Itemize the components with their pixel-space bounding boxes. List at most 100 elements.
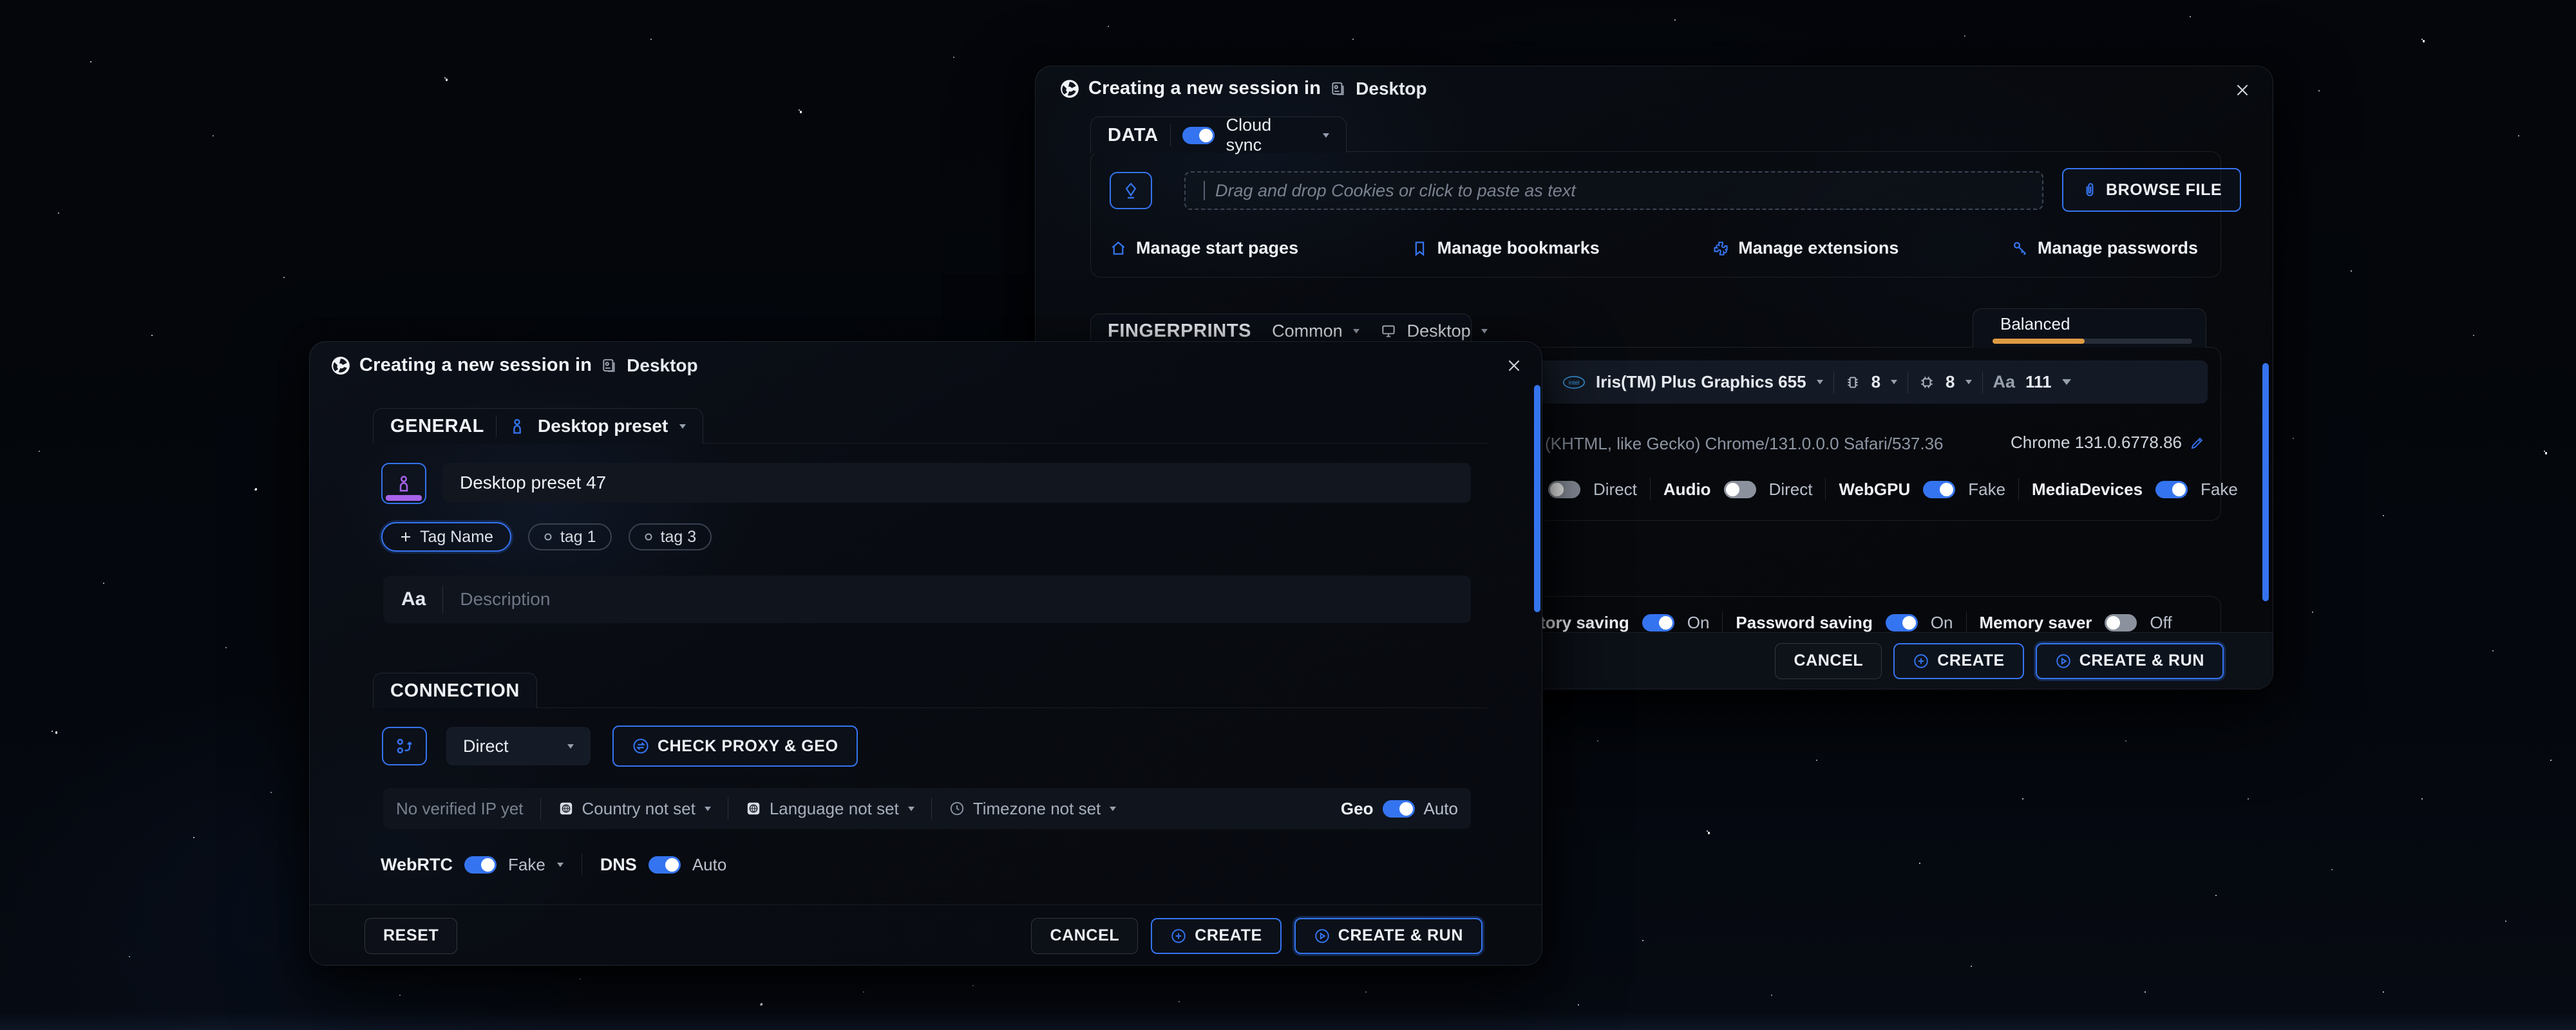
intel-logo-icon: intel — [1562, 375, 1586, 390]
create-and-run-button[interactable]: CREATE & RUN — [2036, 643, 2224, 679]
webrtc-toggle[interactable] — [464, 856, 497, 874]
browse-file-label: BROWSE FILE — [2106, 181, 2222, 200]
create-button[interactable]: CREATE — [1893, 643, 2024, 679]
audio-toggle[interactable] — [1724, 481, 1756, 498]
manage-extensions-link[interactable]: Manage extensions — [1712, 238, 1899, 258]
cores-dropdown[interactable]: 8 — [1946, 372, 1955, 392]
chevron-down-icon[interactable] — [1110, 807, 1116, 811]
create-and-run-button[interactable]: CREATE & RUN — [1294, 918, 1482, 954]
cookies-drop-zone[interactable]: Drag and drop Cookies or click to paste … — [1184, 171, 2043, 210]
fonts-dropdown[interactable]: 111 — [2025, 372, 2052, 392]
proxy-type-value: Direct — [463, 736, 509, 756]
close-button[interactable] — [2233, 80, 2252, 100]
country-dropdown[interactable]: Country not set — [582, 799, 696, 819]
quality-tab-label: Balanced — [2000, 314, 2206, 334]
webrtc-label: WebRTC — [381, 855, 453, 875]
cookies-button[interactable] — [1110, 172, 1152, 209]
cloud-sync-toggle[interactable] — [1182, 127, 1215, 144]
general-tab-label: GENERAL — [390, 416, 484, 437]
chevron-down-icon[interactable] — [1323, 133, 1329, 138]
browser-version-group: Chrome 131.0.6778.86 — [2011, 433, 2205, 453]
paperclip-icon — [2081, 182, 2098, 198]
bottom-glow — [0, 1011, 2576, 1030]
back-modal-scrollbar[interactable] — [2262, 363, 2269, 601]
general-tab: GENERAL Desktop preset — [373, 408, 703, 444]
chevron-down-icon[interactable] — [705, 807, 711, 811]
edit-pencil-icon[interactable] — [2190, 435, 2205, 451]
front-modal-scrollbar[interactable] — [1534, 385, 1540, 612]
ip-status: No verified IP yet — [396, 799, 524, 819]
connection-tab-label: CONNECTION — [390, 680, 520, 702]
fp-platform-dropdown[interactable]: Desktop — [1407, 321, 1471, 341]
manage-passwords-link[interactable]: Manage passwords — [2011, 238, 2198, 258]
dns-value: Auto — [692, 855, 727, 875]
bookmark-icon — [1411, 239, 1428, 257]
create-button[interactable]: CREATE — [1151, 918, 1282, 954]
cancel-button[interactable]: CANCEL — [1031, 918, 1138, 954]
browser-version: Chrome 131.0.6778.86 — [2011, 433, 2182, 453]
geo-toggle[interactable] — [1383, 800, 1415, 818]
fonts-icon: Aa — [1993, 372, 2016, 392]
manage-links-row: Manage start pages Manage bookmarks Mana… — [1110, 229, 2198, 267]
memory-saver-toggle[interactable] — [2105, 614, 2137, 632]
user-agent-text: (KHTML, like Gecko) Chrome/131.0.0.0 Saf… — [1545, 434, 1944, 454]
webgpu-toggle[interactable] — [1923, 481, 1955, 498]
password-saving-toggle[interactable] — [1886, 614, 1918, 632]
reset-button[interactable]: RESET — [365, 918, 457, 954]
chevron-down-icon[interactable] — [1891, 380, 1897, 384]
dialog-context: Desktop — [627, 355, 697, 376]
cancel-button[interactable]: CANCEL — [1775, 643, 1882, 679]
app-logo-icon — [1060, 79, 1079, 98]
cookies-placeholder: Drag and drop Cookies or click to paste … — [1215, 181, 1576, 201]
dns-toggle[interactable] — [649, 856, 681, 874]
preset-dropdown[interactable]: Desktop preset — [538, 416, 668, 436]
quality-progress-track — [1993, 339, 2192, 344]
timezone-dropdown[interactable]: Timezone not set — [973, 799, 1101, 819]
session-name-value: Desktop preset 47 — [460, 473, 606, 493]
circle-icon — [644, 532, 653, 541]
chevron-down-icon[interactable] — [1965, 380, 1972, 384]
fingerprints-tab-label: FINGERPRINTS — [1108, 321, 1251, 342]
proxy-button[interactable] — [382, 727, 427, 765]
description-input[interactable]: Aa Description — [383, 576, 1471, 623]
check-proxy-geo-button[interactable]: CHECK PROXY & GEO — [612, 726, 858, 767]
avatar[interactable] — [381, 463, 426, 504]
chevron-down-icon[interactable] — [679, 424, 686, 429]
mediadevices-toggle[interactable] — [2155, 481, 2188, 498]
language-dropdown[interactable]: Language not set — [770, 799, 899, 819]
session-name-input[interactable]: Desktop preset 47 — [442, 463, 1471, 503]
close-icon — [1506, 357, 1522, 374]
browse-file-button[interactable]: BROWSE FILE — [2062, 168, 2241, 212]
ram-dropdown[interactable]: 8 — [1871, 372, 1880, 392]
person-icon — [394, 474, 413, 493]
chevron-down-icon[interactable] — [1481, 329, 1488, 333]
chevron-down-icon[interactable] — [1817, 380, 1823, 384]
tag-chip[interactable]: tag 1 — [528, 523, 612, 550]
chevron-down-icon[interactable] — [908, 807, 914, 811]
chevron-down-icon[interactable] — [2062, 379, 2071, 385]
plus-icon — [399, 530, 412, 543]
history-saving-toggle[interactable] — [1642, 614, 1674, 632]
globe-flag-icon — [745, 800, 762, 817]
quality-tab[interactable]: Balanced — [1973, 308, 2206, 348]
svg-text:intel: intel — [1569, 379, 1580, 386]
webrtc-mode-toggle[interactable] — [1548, 481, 1580, 498]
description-placeholder: Description — [460, 589, 550, 610]
chevron-down-icon[interactable] — [1353, 329, 1359, 333]
plus-circle-icon — [1913, 653, 1929, 670]
manage-bookmarks-link[interactable]: Manage bookmarks — [1411, 238, 1600, 258]
cookie-icon — [1121, 181, 1141, 200]
gpu-dropdown[interactable]: Iris(TM) Plus Graphics 655 — [1596, 372, 1806, 392]
chevron-down-icon[interactable] — [557, 863, 564, 867]
puzzle-icon — [1712, 239, 1729, 257]
proxy-type-dropdown[interactable]: Direct — [446, 727, 591, 765]
tag-name-input[interactable]: Tag Name — [381, 522, 511, 552]
monitor-icon — [1380, 323, 1397, 339]
fp-source-dropdown[interactable]: Common — [1272, 321, 1343, 341]
manage-start-pages-link[interactable]: Manage start pages — [1110, 238, 1298, 258]
close-button[interactable] — [1504, 356, 1524, 375]
geo-row: No verified IP yet Country not set Langu… — [383, 788, 1471, 829]
cloud-sync-label: Cloud sync — [1226, 115, 1311, 155]
tag-chip[interactable]: tag 3 — [629, 523, 712, 550]
play-circle-icon — [1314, 928, 1331, 944]
